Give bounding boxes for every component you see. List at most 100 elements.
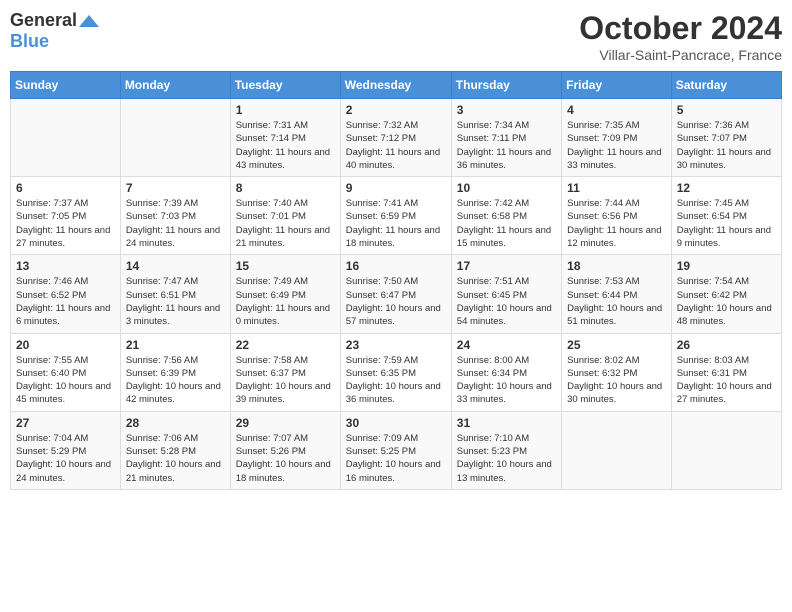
- day-number: 17: [457, 259, 556, 273]
- calendar-cell: 24 Sunrise: 8:00 AMSunset: 6:34 PMDaylig…: [451, 333, 561, 411]
- day-detail: Sunrise: 7:49 AMSunset: 6:49 PMDaylight:…: [236, 275, 335, 328]
- day-detail: Sunrise: 8:03 AMSunset: 6:31 PMDaylight:…: [677, 354, 776, 407]
- calendar-week-row: 13 Sunrise: 7:46 AMSunset: 6:52 PMDaylig…: [11, 255, 782, 333]
- day-detail: Sunrise: 7:34 AMSunset: 7:11 PMDaylight:…: [457, 119, 556, 172]
- day-number: 21: [126, 338, 225, 352]
- day-number: 27: [16, 416, 115, 430]
- calendar-cell: 1 Sunrise: 7:31 AMSunset: 7:14 PMDayligh…: [230, 99, 340, 177]
- page-header: General Blue October 2024 Villar-Saint-P…: [10, 10, 782, 63]
- day-detail: Sunrise: 7:32 AMSunset: 7:12 PMDaylight:…: [346, 119, 446, 172]
- day-detail: Sunrise: 7:45 AMSunset: 6:54 PMDaylight:…: [677, 197, 776, 250]
- calendar-cell: 17 Sunrise: 7:51 AMSunset: 6:45 PMDaylig…: [451, 255, 561, 333]
- calendar-cell: 11 Sunrise: 7:44 AMSunset: 6:56 PMDaylig…: [562, 177, 672, 255]
- day-detail: Sunrise: 7:06 AMSunset: 5:28 PMDaylight:…: [126, 432, 225, 485]
- day-detail: Sunrise: 8:02 AMSunset: 6:32 PMDaylight:…: [567, 354, 666, 407]
- day-number: 15: [236, 259, 335, 273]
- day-detail: Sunrise: 7:55 AMSunset: 6:40 PMDaylight:…: [16, 354, 115, 407]
- day-number: 28: [126, 416, 225, 430]
- day-detail: Sunrise: 7:42 AMSunset: 6:58 PMDaylight:…: [457, 197, 556, 250]
- day-detail: Sunrise: 7:39 AMSunset: 7:03 PMDaylight:…: [126, 197, 225, 250]
- calendar-cell: 16 Sunrise: 7:50 AMSunset: 6:47 PMDaylig…: [340, 255, 451, 333]
- calendar-day-header: Tuesday: [230, 72, 340, 99]
- logo: General Blue: [10, 10, 99, 52]
- calendar-cell: 22 Sunrise: 7:58 AMSunset: 6:37 PMDaylig…: [230, 333, 340, 411]
- day-detail: Sunrise: 7:53 AMSunset: 6:44 PMDaylight:…: [567, 275, 666, 328]
- calendar-cell: 8 Sunrise: 7:40 AMSunset: 7:01 PMDayligh…: [230, 177, 340, 255]
- day-detail: Sunrise: 7:37 AMSunset: 7:05 PMDaylight:…: [16, 197, 115, 250]
- day-number: 18: [567, 259, 666, 273]
- calendar-cell: 18 Sunrise: 7:53 AMSunset: 6:44 PMDaylig…: [562, 255, 672, 333]
- day-number: 29: [236, 416, 335, 430]
- day-detail: Sunrise: 7:40 AMSunset: 7:01 PMDaylight:…: [236, 197, 335, 250]
- title-section: October 2024 Villar-Saint-Pancrace, Fran…: [579, 10, 782, 63]
- calendar-cell: 30 Sunrise: 7:09 AMSunset: 5:25 PMDaylig…: [340, 411, 451, 489]
- calendar-day-header: Saturday: [671, 72, 781, 99]
- day-number: 7: [126, 181, 225, 195]
- calendar-cell: 20 Sunrise: 7:55 AMSunset: 6:40 PMDaylig…: [11, 333, 121, 411]
- day-number: 10: [457, 181, 556, 195]
- calendar-cell: 28 Sunrise: 7:06 AMSunset: 5:28 PMDaylig…: [120, 411, 230, 489]
- day-detail: Sunrise: 7:50 AMSunset: 6:47 PMDaylight:…: [346, 275, 446, 328]
- day-number: 12: [677, 181, 776, 195]
- day-detail: Sunrise: 7:09 AMSunset: 5:25 PMDaylight:…: [346, 432, 446, 485]
- day-number: 8: [236, 181, 335, 195]
- day-number: 24: [457, 338, 556, 352]
- day-detail: Sunrise: 8:00 AMSunset: 6:34 PMDaylight:…: [457, 354, 556, 407]
- calendar-cell: 6 Sunrise: 7:37 AMSunset: 7:05 PMDayligh…: [11, 177, 121, 255]
- calendar-cell: 27 Sunrise: 7:04 AMSunset: 5:29 PMDaylig…: [11, 411, 121, 489]
- calendar-cell: [562, 411, 672, 489]
- calendar-cell: 9 Sunrise: 7:41 AMSunset: 6:59 PMDayligh…: [340, 177, 451, 255]
- day-number: 2: [346, 103, 446, 117]
- calendar-week-row: 6 Sunrise: 7:37 AMSunset: 7:05 PMDayligh…: [11, 177, 782, 255]
- calendar-cell: [120, 99, 230, 177]
- calendar-day-header: Sunday: [11, 72, 121, 99]
- logo-icon: [79, 13, 99, 29]
- day-number: 26: [677, 338, 776, 352]
- calendar-cell: 23 Sunrise: 7:59 AMSunset: 6:35 PMDaylig…: [340, 333, 451, 411]
- calendar-cell: 21 Sunrise: 7:56 AMSunset: 6:39 PMDaylig…: [120, 333, 230, 411]
- day-detail: Sunrise: 7:59 AMSunset: 6:35 PMDaylight:…: [346, 354, 446, 407]
- location: Villar-Saint-Pancrace, France: [579, 47, 782, 63]
- day-number: 11: [567, 181, 666, 195]
- day-number: 14: [126, 259, 225, 273]
- day-detail: Sunrise: 7:47 AMSunset: 6:51 PMDaylight:…: [126, 275, 225, 328]
- day-number: 5: [677, 103, 776, 117]
- calendar-week-row: 20 Sunrise: 7:55 AMSunset: 6:40 PMDaylig…: [11, 333, 782, 411]
- calendar-day-header: Monday: [120, 72, 230, 99]
- day-detail: Sunrise: 7:31 AMSunset: 7:14 PMDaylight:…: [236, 119, 335, 172]
- calendar-cell: [11, 99, 121, 177]
- day-number: 1: [236, 103, 335, 117]
- day-number: 16: [346, 259, 446, 273]
- calendar-cell: 10 Sunrise: 7:42 AMSunset: 6:58 PMDaylig…: [451, 177, 561, 255]
- day-detail: Sunrise: 7:07 AMSunset: 5:26 PMDaylight:…: [236, 432, 335, 485]
- calendar-cell: 7 Sunrise: 7:39 AMSunset: 7:03 PMDayligh…: [120, 177, 230, 255]
- calendar-day-header: Wednesday: [340, 72, 451, 99]
- calendar-day-header: Thursday: [451, 72, 561, 99]
- day-detail: Sunrise: 7:46 AMSunset: 6:52 PMDaylight:…: [16, 275, 115, 328]
- day-detail: Sunrise: 7:56 AMSunset: 6:39 PMDaylight:…: [126, 354, 225, 407]
- day-detail: Sunrise: 7:51 AMSunset: 6:45 PMDaylight:…: [457, 275, 556, 328]
- day-number: 23: [346, 338, 446, 352]
- logo-blue-text: Blue: [10, 31, 49, 52]
- logo-general-text: General: [10, 10, 77, 31]
- day-number: 13: [16, 259, 115, 273]
- day-detail: Sunrise: 7:04 AMSunset: 5:29 PMDaylight:…: [16, 432, 115, 485]
- day-detail: Sunrise: 7:54 AMSunset: 6:42 PMDaylight:…: [677, 275, 776, 328]
- calendar-cell: 2 Sunrise: 7:32 AMSunset: 7:12 PMDayligh…: [340, 99, 451, 177]
- month-title: October 2024: [579, 10, 782, 47]
- calendar-cell: 12 Sunrise: 7:45 AMSunset: 6:54 PMDaylig…: [671, 177, 781, 255]
- day-number: 25: [567, 338, 666, 352]
- day-number: 22: [236, 338, 335, 352]
- calendar-cell: [671, 411, 781, 489]
- calendar-day-header: Friday: [562, 72, 672, 99]
- day-detail: Sunrise: 7:58 AMSunset: 6:37 PMDaylight:…: [236, 354, 335, 407]
- calendar-cell: 29 Sunrise: 7:07 AMSunset: 5:26 PMDaylig…: [230, 411, 340, 489]
- day-detail: Sunrise: 7:35 AMSunset: 7:09 PMDaylight:…: [567, 119, 666, 172]
- calendar-cell: 26 Sunrise: 8:03 AMSunset: 6:31 PMDaylig…: [671, 333, 781, 411]
- day-detail: Sunrise: 7:44 AMSunset: 6:56 PMDaylight:…: [567, 197, 666, 250]
- day-number: 30: [346, 416, 446, 430]
- day-number: 6: [16, 181, 115, 195]
- calendar-cell: 15 Sunrise: 7:49 AMSunset: 6:49 PMDaylig…: [230, 255, 340, 333]
- calendar-cell: 5 Sunrise: 7:36 AMSunset: 7:07 PMDayligh…: [671, 99, 781, 177]
- calendar-week-row: 27 Sunrise: 7:04 AMSunset: 5:29 PMDaylig…: [11, 411, 782, 489]
